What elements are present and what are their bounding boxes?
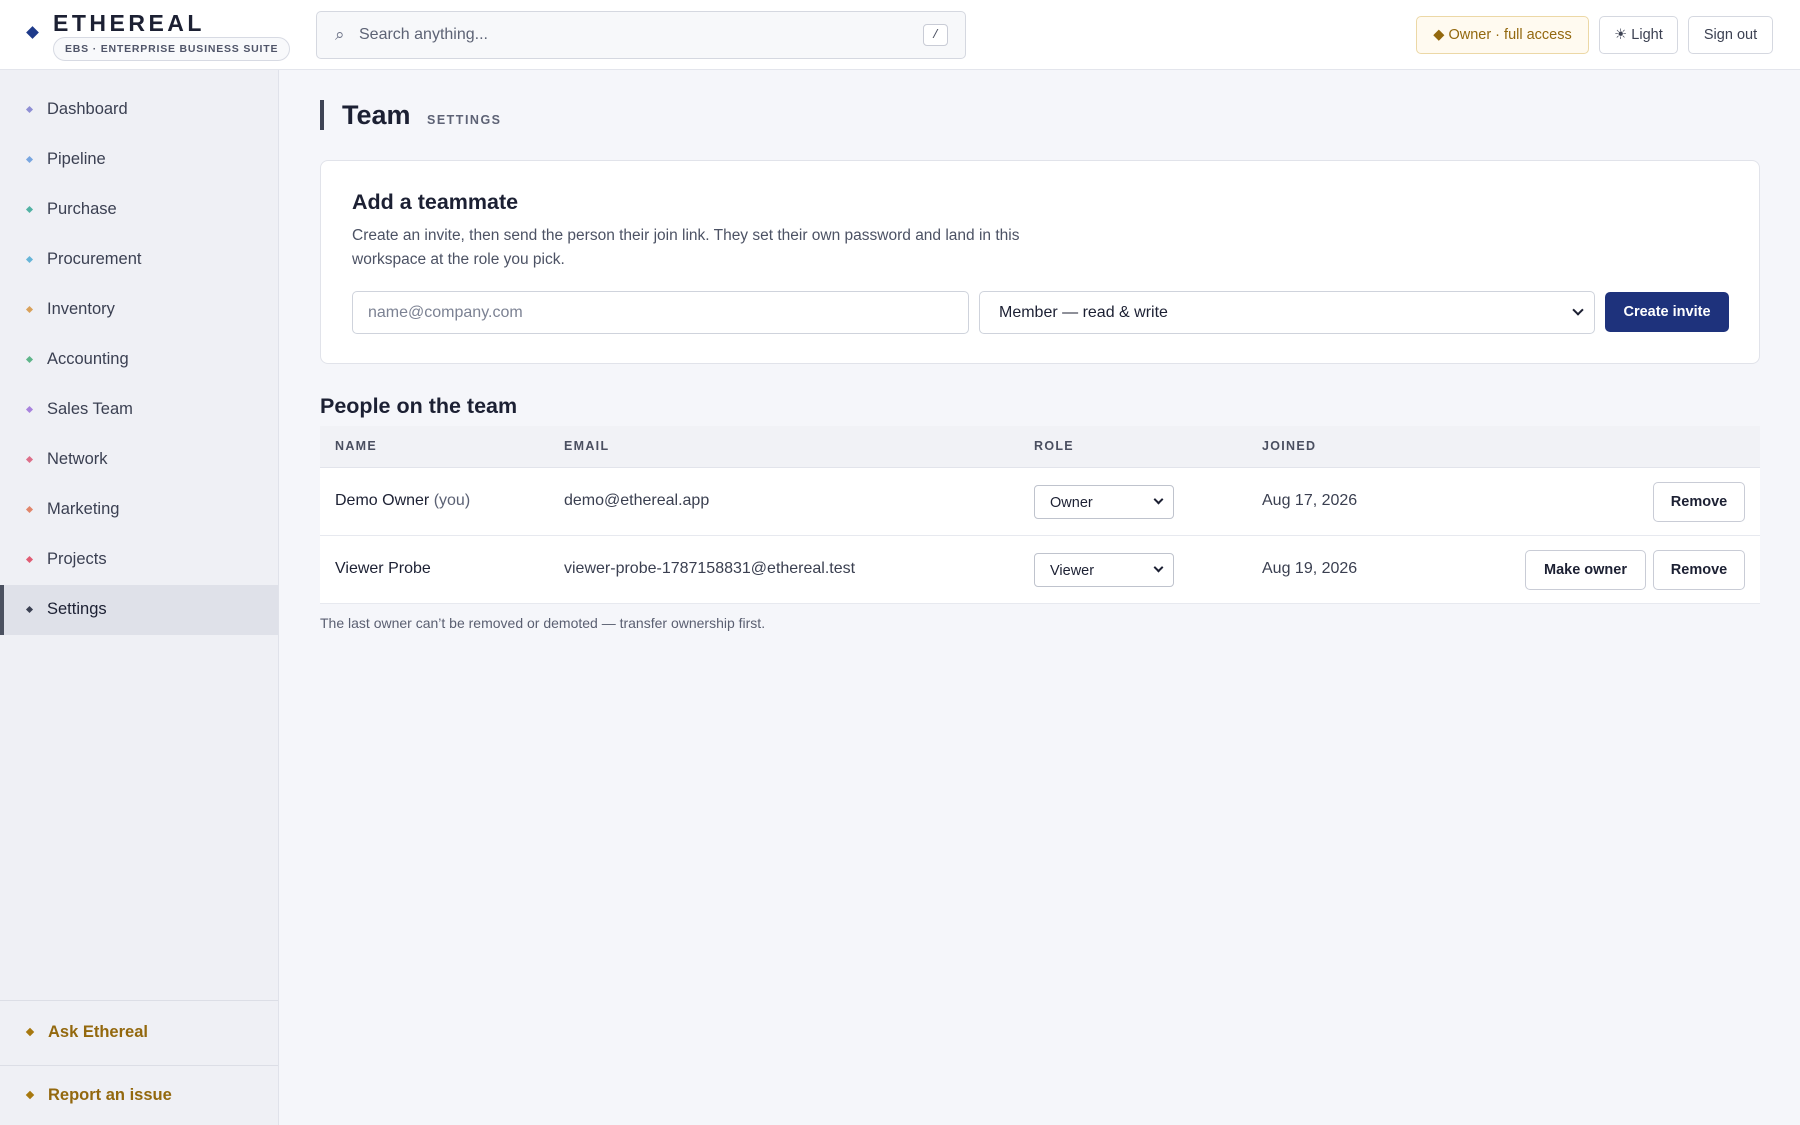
- invite-role-select[interactable]: Member — read & write: [979, 291, 1595, 334]
- column-header-name: NAME: [335, 439, 378, 453]
- nav-diamond-icon: [25, 355, 34, 364]
- sidebar-item-dashboard[interactable]: Dashboard: [0, 85, 278, 135]
- top-bar: ETHEREAL EBS · ENTERPRISE BUSINESS SUITE…: [0, 0, 1800, 70]
- sidebar-item-label: Pipeline: [47, 150, 106, 168]
- sidebar: Dashboard Pipeline Purchase Procurement …: [0, 70, 279, 1125]
- sidebar-item-label: Projects: [47, 550, 107, 568]
- chevron-down-icon: [1153, 494, 1164, 505]
- member-email: demo@ethereal.app: [564, 492, 710, 509]
- sidebar-item-label: Sales Team: [47, 400, 133, 418]
- sidebar-item-accounting[interactable]: Accounting: [0, 335, 278, 385]
- sidebar-item-marketing[interactable]: Marketing: [0, 485, 278, 535]
- sidebar-item-label: Purchase: [47, 200, 117, 218]
- sidebar-item-label: Settings: [47, 600, 107, 618]
- member-email: viewer-probe-1787158831@ethereal.test: [564, 560, 856, 577]
- column-header-role: ROLE: [1034, 439, 1074, 453]
- sidebar-item-pipeline[interactable]: Pipeline: [0, 135, 278, 185]
- add-teammate-card: Add a teammate Create an invite, then se…: [320, 160, 1760, 364]
- sidebar-item-inventory[interactable]: Inventory: [0, 285, 278, 335]
- sidebar-divider: [0, 1065, 278, 1066]
- sidebar-item-label: Accounting: [47, 350, 129, 368]
- report-issue-label: Report an issue: [48, 1086, 172, 1104]
- brand-subtitle-pill: EBS · ENTERPRISE BUSINESS SUITE: [53, 37, 291, 61]
- remove-member-button[interactable]: Remove: [1653, 550, 1745, 590]
- column-header-email: EMAIL: [564, 439, 610, 453]
- member-role-value: Owner: [1050, 495, 1093, 511]
- sidebar-item-label: Dashboard: [47, 100, 128, 118]
- nav-diamond-icon: [25, 255, 34, 264]
- brand-name: ETHEREAL: [53, 10, 205, 36]
- sidebar-item-settings[interactable]: Settings: [0, 585, 278, 635]
- chevron-down-icon: [1572, 304, 1584, 316]
- nav-diamond-icon: [25, 105, 34, 114]
- member-joined-date: Aug 19, 2026: [1262, 560, 1358, 577]
- member-joined-date: Aug 17, 2026: [1262, 492, 1358, 509]
- create-invite-button[interactable]: Create invite: [1605, 292, 1729, 332]
- page-subtitle: SETTINGS: [427, 113, 502, 127]
- team-table-header: NAME EMAIL ROLE JOINED: [320, 426, 1760, 468]
- member-role-select[interactable]: Viewer: [1034, 553, 1174, 587]
- sidebar-item-procurement[interactable]: Procurement: [0, 235, 278, 285]
- theme-toggle-button[interactable]: ☀ Light: [1599, 16, 1678, 54]
- you-tag: (you): [433, 492, 471, 509]
- sidebar-divider: [0, 1000, 278, 1001]
- remove-member-button[interactable]: Remove: [1653, 482, 1745, 522]
- owner-footnote: The last owner can’t be removed or demot…: [320, 615, 766, 631]
- member-name-text: Demo Owner: [335, 492, 430, 509]
- search-shortcut-key: /: [923, 24, 948, 46]
- nav-diamond-icon: [25, 305, 34, 314]
- column-header-joined: JOINED: [1262, 439, 1317, 453]
- member-name: Viewer Probe: [335, 560, 431, 577]
- nav-diamond-icon: [25, 405, 34, 414]
- page-title: Team: [342, 100, 411, 130]
- chevron-down-icon: [1153, 562, 1164, 573]
- search-input[interactable]: [359, 21, 899, 49]
- nav-diamond-icon: [25, 455, 34, 464]
- add-teammate-description: Create an invite, then send the person t…: [352, 227, 1020, 268]
- nav-diamond-icon: [25, 155, 34, 164]
- nav-diamond-icon: [25, 605, 34, 614]
- sign-out-button[interactable]: Sign out: [1688, 16, 1773, 54]
- sidebar-item-label: Inventory: [47, 300, 115, 318]
- global-search[interactable]: ⌕ /: [316, 11, 966, 59]
- sidebar-item-sales-team[interactable]: Sales Team: [0, 385, 278, 435]
- report-diamond-icon: [25, 1090, 35, 1100]
- ask-diamond-icon: [25, 1027, 35, 1037]
- team-section-title: People on the team: [320, 394, 518, 418]
- sidebar-item-purchase[interactable]: Purchase: [0, 185, 278, 235]
- table-row: Viewer Probe viewer-probe-1787158831@eth…: [320, 536, 1760, 604]
- table-row: Demo Owner (you) demo@ethereal.app Owner…: [320, 468, 1760, 536]
- team-table: NAME EMAIL ROLE JOINED Demo Owner (you) …: [320, 426, 1760, 604]
- invite-email-input[interactable]: [352, 291, 969, 334]
- sidebar-item-label: Marketing: [47, 500, 120, 518]
- nav-diamond-icon: [25, 505, 34, 514]
- page-title-accent: [320, 100, 324, 130]
- member-role-select[interactable]: Owner: [1034, 485, 1174, 519]
- nav-diamond-icon: [25, 205, 34, 214]
- nav-diamond-icon: [25, 555, 34, 564]
- sidebar-item-network[interactable]: Network: [0, 435, 278, 485]
- owner-access-badge[interactable]: ◆ Owner · full access: [1416, 16, 1589, 54]
- add-teammate-title: Add a teammate: [352, 190, 519, 214]
- sidebar-item-label: Procurement: [47, 250, 142, 268]
- sidebar-item-label: Network: [47, 450, 108, 468]
- invite-role-value: Member — read & write: [999, 304, 1168, 321]
- ask-ethereal-button[interactable]: Ask Ethereal: [0, 1012, 278, 1052]
- report-issue-button[interactable]: Report an issue: [0, 1075, 278, 1115]
- make-owner-button[interactable]: Make owner: [1525, 550, 1646, 590]
- search-icon: ⌕: [335, 25, 345, 44]
- sidebar-item-projects[interactable]: Projects: [0, 535, 278, 585]
- member-role-value: Viewer: [1050, 563, 1095, 579]
- brand-diamond-icon: [26, 26, 39, 39]
- ask-ethereal-label: Ask Ethereal: [48, 1023, 148, 1041]
- member-name: Demo Owner (you): [335, 492, 470, 510]
